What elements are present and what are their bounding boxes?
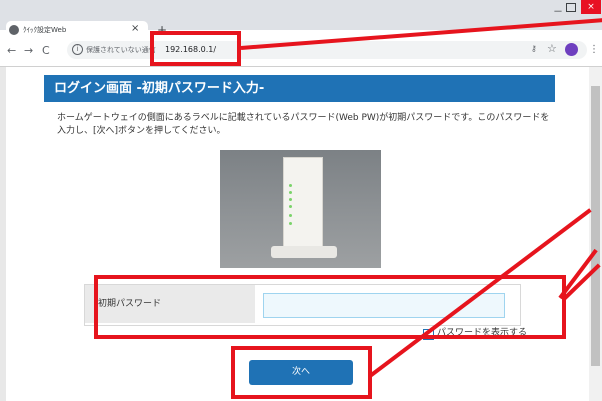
close-tab-icon[interactable]: × bbox=[131, 23, 139, 35]
window-close-icon[interactable]: × bbox=[581, 0, 601, 14]
led-indicator bbox=[289, 222, 292, 225]
led-indicator bbox=[289, 191, 292, 194]
tab-title[interactable]: ｸｲｯｸ設定Web bbox=[23, 24, 66, 36]
minimize-icon[interactable]: － bbox=[553, 3, 563, 18]
led-indicator bbox=[289, 198, 292, 201]
led-indicator bbox=[289, 184, 292, 187]
router-stand-image bbox=[271, 246, 337, 258]
reload-icon[interactable]: C bbox=[42, 44, 50, 58]
router-image bbox=[283, 157, 323, 250]
security-status[interactable]: 保護されていない通信 bbox=[86, 44, 156, 56]
page-left-margin bbox=[0, 67, 6, 401]
password-highlight-box bbox=[94, 275, 566, 339]
maximize-icon[interactable] bbox=[566, 3, 576, 12]
info-icon[interactable]: i bbox=[72, 44, 83, 55]
globe-icon bbox=[9, 25, 19, 35]
instruction-text: ホームゲートウェイの側面にあるラベルに記載されているパスワード(Web PW)が… bbox=[57, 113, 550, 136]
scrollbar-thumb[interactable] bbox=[591, 86, 600, 366]
forward-icon[interactable]: → bbox=[24, 44, 33, 58]
back-icon[interactable]: ← bbox=[7, 44, 16, 58]
key-icon[interactable]: ⚷ bbox=[531, 44, 537, 53]
led-indicator bbox=[289, 205, 292, 208]
menu-icon[interactable]: ⋮ bbox=[589, 44, 599, 55]
url-highlight-box bbox=[150, 31, 241, 66]
led-indicator bbox=[289, 214, 292, 217]
page-title: ログイン画面 -初期パスワード入力- bbox=[54, 81, 265, 96]
star-icon[interactable]: ☆ bbox=[547, 42, 557, 55]
next-highlight-box bbox=[231, 346, 372, 399]
profile-avatar-icon[interactable] bbox=[565, 43, 578, 56]
